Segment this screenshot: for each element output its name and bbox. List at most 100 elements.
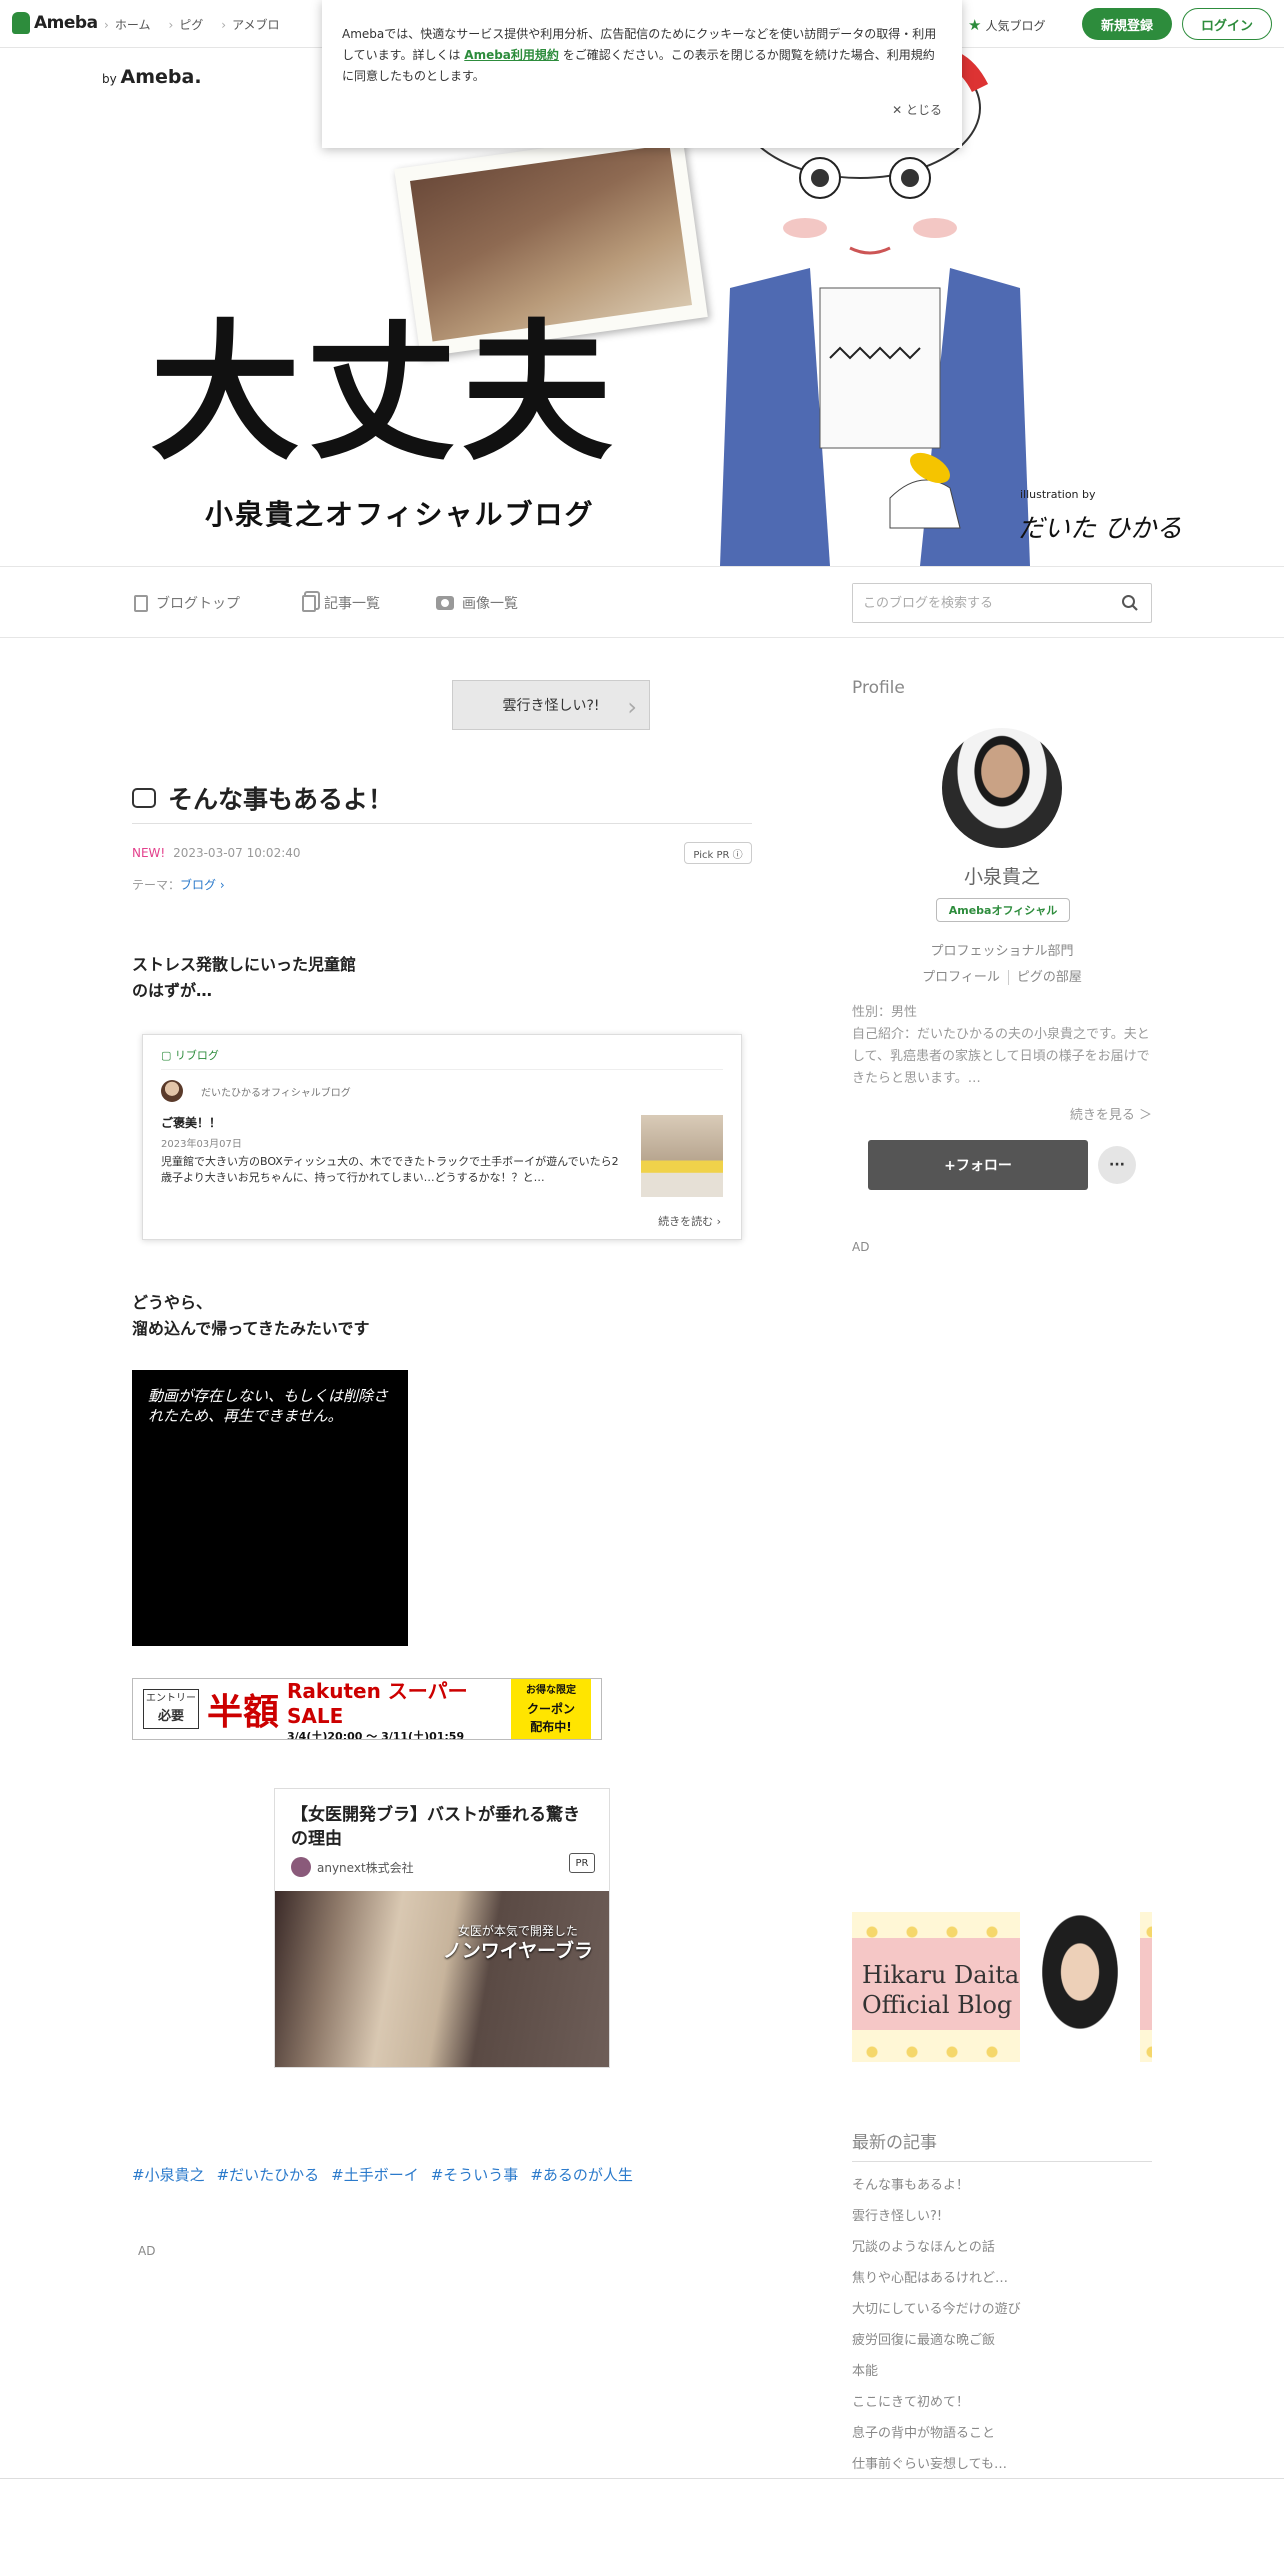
reblog-read-more-link[interactable]: 続きを読む › [658,1213,721,1229]
reblog-label: ▢ リブログ [161,1047,723,1070]
illustration-credit-label: illustration by [1020,488,1096,501]
by-ameba-brand: Ameba. [120,66,202,88]
reblog-icon [132,787,156,808]
recent-entries-heading: 最新の記事 [852,2128,1152,2162]
ameba-logo-text: Ameba [34,13,98,33]
nav-home[interactable]: ホーム [104,16,151,33]
entry-list-link[interactable]: 記事一覧 [302,593,380,613]
by-ameba-logo: by Ameba. [102,66,202,88]
recent-entry-link[interactable]: 本能 [852,2356,1152,2387]
recent-entry-link[interactable]: 大切にしている今だけの遊び [852,2294,1152,2325]
ameba-logo-icon [12,12,30,34]
recent-entries-list: そんな事もあるよ！ 雲行き怪しい?! 冗談のようなほんとの話 焦りや心配はあるけ… [852,2170,1152,2480]
blog-top-label: ブログトップ [156,596,240,612]
theme-link[interactable]: ブログ › [180,878,225,892]
sponsor-logo-icon [291,1857,311,1877]
entry-paragraph-1: ストレス発散しにいった児童館 のはずが… [132,952,356,1004]
blog-top-link[interactable]: ブログトップ [134,593,240,613]
reblog-card[interactable]: ▢ リブログ だいたひかるオフィシャルブログ ご褒美！！ 2023年03月07日… [142,1034,742,1240]
reblog-author-name: だいたひかるオフィシャルブログ [201,1087,351,1099]
pigg-room-link[interactable]: ピグの部屋 [1007,970,1082,985]
popular-blog-link[interactable]: ★ 人気ブログ [968,16,1045,34]
read-more-link[interactable]: 続きを見る ＞ [1070,1104,1152,1123]
entry-text-line: どうやら、 [132,1293,213,1312]
ad-label: AD [852,1240,870,1254]
previous-entry-button[interactable]: 雲行き怪しい?! › [452,680,650,730]
hashtag-link[interactable]: #あるのが人生 [530,2164,633,2185]
entry-list-label: 記事一覧 [324,596,380,612]
ad-image: 女医が本気で開発した ノンワイヤーブラ [275,1891,609,2067]
nav-ameblo[interactable]: アメブロ [221,16,279,33]
profile-bio: 性別：男性 自己紹介：だいたひかるの夫の小泉貴之です。夫として、乳癌患者の家族と… [852,1002,1152,1090]
sale-dates: 3/4(土)20:00 〜 3/11(土)01:59 [287,1729,465,1740]
theme-label: テーマ： [132,878,181,892]
recent-entry-link[interactable]: 雲行き怪しい?! [852,2201,1152,2232]
entry-meta: NEW! 2023-03-07 10:02:40 [132,846,301,860]
blog-search [852,583,1152,623]
avatar [161,1080,183,1102]
profile-genre[interactable]: プロフェッショナル部門 [852,940,1152,959]
image-list-label: 画像一覧 [462,596,518,612]
official-badge: Amebaオフィシャル [936,898,1070,922]
reblog-thumbnail [641,1115,723,1197]
login-button[interactable]: ログイン [1182,8,1272,40]
coupon-box: お得な限定 クーポン 配布中! [511,1679,591,1739]
image-list-link[interactable]: 画像一覧 [436,593,518,613]
entry-paragraph-2: どうやら、 溜め込んで帰ってきたみたいです [132,1290,369,1342]
header-subtitle: 小泉貴之オフィシャルブログ [205,498,595,531]
banner-title-line: Official Blog [862,1991,1013,2019]
new-badge: NEW! [132,846,166,860]
documents-icon [302,594,316,612]
pr-badge: PR [569,1853,595,1873]
profile-name[interactable]: 小泉貴之 [852,862,1152,889]
hashtag-link[interactable]: #そういう事 [431,2164,519,2185]
recent-entry-link[interactable]: ここにきて初めて！ [852,2387,1152,2418]
hashtag-link[interactable]: #だいたひかる [217,2164,320,2185]
previous-entry-label: 雲行き怪しい?! [502,698,600,714]
recent-entry-link[interactable]: 焦りや心配はあるけれど… [852,2263,1152,2294]
banner-portrait [1020,1912,1140,2062]
blog-search-input[interactable] [853,584,1103,622]
hashtag-link[interactable]: #土手ボーイ [331,2164,419,2185]
ameba-logo[interactable]: Ameba [12,12,98,34]
header-big-title: 大丈夫 [150,305,619,481]
reblog-excerpt: 児童館で大きい方のBOXティッシュ大の、木でできたトラックで土手ボーイが遊んでい… [161,1155,619,1184]
search-icon[interactable] [1121,594,1139,612]
reblog-title[interactable]: ご褒美！！ [161,1114,723,1131]
nav-pigg[interactable]: ピグ [168,16,203,33]
footer-divider [0,2478,1284,2479]
recent-entry-link[interactable]: そんな事もあるよ！ [852,2170,1152,2201]
rakuten-sale-banner[interactable]: エントリー 必要 半額 Rakuten スーパーSALE 3/4(土)20:00… [132,1678,602,1740]
profile-heading: Profile [852,678,905,698]
terms-link[interactable]: Ameba利用規約 [464,48,559,62]
recent-entry-link[interactable]: 息子の背中が物語ること [852,2418,1152,2449]
hashtag-link[interactable]: #小泉貴之 [132,2164,205,2185]
hikaru-daita-blog-banner[interactable]: Hikaru Daita Official Blog [852,1912,1152,2062]
recent-entry-link[interactable]: 仕事前ぐらい妄想しても… [852,2449,1152,2480]
ad-image-headline: ノンワイヤーブラ [442,1940,593,1962]
profile-link[interactable]: プロフィール [922,970,1000,985]
video-unavailable-message: 動画が存在しない、もしくは削除されたため、再生できません。 [148,1387,389,1425]
follow-button[interactable]: +フォロー [868,1140,1088,1190]
cookie-consent-banner: Amebaでは、快適なサービス提供や利用分析、広告配信のためにクッキーなどを使い… [322,0,962,148]
pickpr-badge[interactable]: Pick PR ⓘ [684,842,752,864]
avatar[interactable] [942,728,1062,848]
ad-sponsor-name: anynext株式会社 [317,1860,414,1875]
ad-label: AD [138,2244,156,2258]
ad-title: 【女医開発ブラ】バストが垂れる驚きの理由 [291,1805,580,1849]
cookie-close-button[interactable]: ✕ とじる [892,100,942,121]
popular-blog-label: 人気ブログ [985,18,1046,33]
video-player[interactable]: 動画が存在しない、もしくは削除されたため、再生できません。 [132,1370,408,1646]
rakuten-sale-title: Rakuten スーパーSALE [287,1678,468,1728]
entry-title-text: そんな事もあるよ！ [168,784,394,814]
more-options-button[interactable]: ··· [1098,1146,1136,1184]
register-button[interactable]: 新規登録 [1082,8,1172,40]
reblog-author: だいたひかるオフィシャルブログ [161,1080,723,1102]
ad-image-line: 女医が本気で開発した [457,1924,578,1938]
recent-entry-link[interactable]: 疲労回復に最適な晩ご飯 [852,2325,1152,2356]
recent-entry-link[interactable]: 冗談のようなほんとの話 [852,2232,1152,2263]
entry-text-line: のはずが… [132,981,213,1000]
illustrator-signature: だいた ひかる [1018,514,1183,544]
native-ad-card[interactable]: 【女医開発ブラ】バストが垂れる驚きの理由 anynext株式会社 PR 女医が本… [274,1788,610,2068]
reblog-date: 2023年03月07日 [161,1139,242,1150]
